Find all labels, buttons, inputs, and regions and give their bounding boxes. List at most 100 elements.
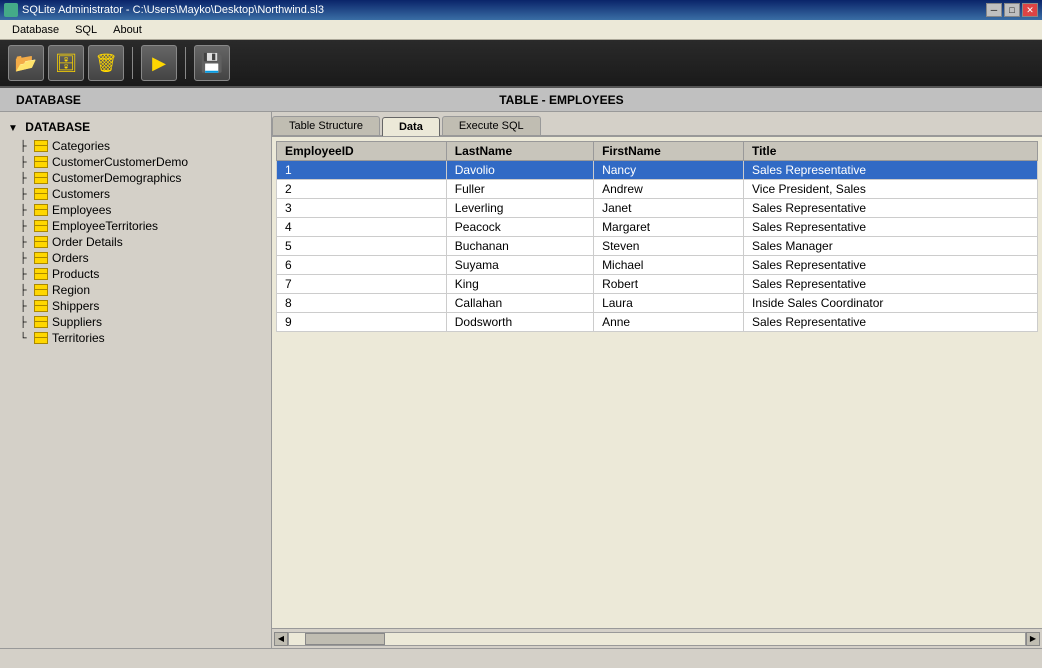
table-header-label: TABLE - EMPLOYEES (491, 91, 631, 109)
table-icon-customercustomerdemo (34, 156, 48, 168)
cell-title: Sales Representative (743, 256, 1037, 275)
table-row[interactable]: 9DodsworthAnneSales Representative (277, 313, 1038, 332)
tab-table-structure[interactable]: Table Structure (272, 116, 380, 135)
horizontal-scrollbar-area: ◀ ▶ (272, 628, 1042, 648)
cell-lastName: King (446, 275, 593, 294)
sidebar-item-customerdemographics[interactable]: ├ CustomerDemographics (0, 170, 271, 186)
cell-id: 3 (277, 199, 447, 218)
tree-expand-icon9: ├ (16, 267, 30, 281)
toolbar: 📂 🗄 🗑 ▶ 💾 (0, 40, 1042, 88)
sidebar-item-customercustomerdemo[interactable]: ├ CustomerCustomerDemo (0, 154, 271, 170)
employees-table: EmployeeID LastName FirstName Title 1Dav… (276, 141, 1038, 332)
toolbar-divider (132, 47, 133, 79)
cell-lastName: Buchanan (446, 237, 593, 256)
sidebar-label-customers: Customers (52, 187, 110, 201)
tab-bar: Table Structure Data Execute SQL (272, 112, 1042, 137)
sidebar-label-employeeterritories: EmployeeTerritories (52, 219, 158, 233)
table-icon-customerdemographics (34, 172, 48, 184)
sidebar-item-suppliers[interactable]: ├ Suppliers (0, 314, 271, 330)
window-controls: ─ □ ✕ (986, 3, 1038, 17)
sidebar-label-territories: Territories (52, 331, 105, 345)
scroll-left-button[interactable]: ◀ (274, 632, 288, 646)
cell-firstName: Michael (594, 256, 744, 275)
cell-id: 5 (277, 237, 447, 256)
table-row[interactable]: 8CallahanLauraInside Sales Coordinator (277, 294, 1038, 313)
app-header: DATABASE TABLE - EMPLOYEES (0, 88, 1042, 112)
tree-expand-icon5: ├ (16, 203, 30, 217)
open-button[interactable]: 📂 (8, 45, 44, 81)
scrollbar-track[interactable] (288, 632, 1026, 646)
tab-data[interactable]: Data (382, 117, 440, 136)
toolbar-divider2 (185, 47, 186, 79)
sidebar-item-employeeterritories[interactable]: ├ EmployeeTerritories (0, 218, 271, 234)
sidebar-item-customers[interactable]: ├ Customers (0, 186, 271, 202)
cell-firstName: Robert (594, 275, 744, 294)
app-icon (4, 3, 18, 17)
scroll-thumb[interactable] (305, 633, 385, 645)
table-icon-customers (34, 188, 48, 200)
scroll-right-button[interactable]: ▶ (1026, 632, 1040, 646)
structure-button[interactable]: 🗄 (48, 45, 84, 81)
table-area: EmployeeID LastName FirstName Title 1Dav… (272, 137, 1042, 628)
cell-lastName: Dodsworth (446, 313, 593, 332)
sidebar-item-categories[interactable]: ├ Categories (0, 138, 271, 154)
tree-expand-icon10: ├ (16, 283, 30, 297)
col-header-title[interactable]: Title (743, 142, 1037, 161)
menu-database[interactable]: Database (4, 22, 67, 38)
minimize-button[interactable]: ─ (986, 3, 1002, 17)
cell-firstName: Laura (594, 294, 744, 313)
delete-button[interactable]: 🗑 (88, 45, 124, 81)
table-row[interactable]: 5BuchananStevenSales Manager (277, 237, 1038, 256)
cell-title: Inside Sales Coordinator (743, 294, 1037, 313)
sidebar-db-label: DATABASE (25, 120, 90, 134)
col-header-lastname[interactable]: LastName (446, 142, 593, 161)
cell-firstName: Margaret (594, 218, 744, 237)
sidebar-label-products: Products (52, 267, 99, 281)
table-row[interactable]: 3LeverlingJanetSales Representative (277, 199, 1038, 218)
sidebar-item-region[interactable]: ├ Region (0, 282, 271, 298)
table-icon-categories (34, 140, 48, 152)
tree-expand-icon6: ├ (16, 219, 30, 233)
table-row[interactable]: 7KingRobertSales Representative (277, 275, 1038, 294)
cell-id: 7 (277, 275, 447, 294)
close-button[interactable]: ✕ (1022, 3, 1038, 17)
sidebar-item-order-details[interactable]: ├ Order Details (0, 234, 271, 250)
sidebar-item-products[interactable]: ├ Products (0, 266, 271, 282)
maximize-button[interactable]: □ (1004, 3, 1020, 17)
table-icon-territories (34, 332, 48, 344)
cell-title: Sales Manager (743, 237, 1037, 256)
tree-expand-icon8: ├ (16, 251, 30, 265)
table-icon-suppliers (34, 316, 48, 328)
cell-firstName: Anne (594, 313, 744, 332)
sidebar-label-region: Region (52, 283, 90, 297)
menu-sql[interactable]: SQL (67, 22, 105, 38)
cell-id: 8 (277, 294, 447, 313)
cell-id: 2 (277, 180, 447, 199)
cell-lastName: Fuller (446, 180, 593, 199)
cell-title: Sales Representative (743, 275, 1037, 294)
menu-about[interactable]: About (105, 22, 150, 38)
table-row[interactable]: 1DavolioNancySales Representative (277, 161, 1038, 180)
play-button[interactable]: ▶ (141, 45, 177, 81)
sidebar-header: ▼ DATABASE (0, 116, 271, 138)
tab-execute-sql[interactable]: Execute SQL (442, 116, 541, 135)
cell-title: Sales Representative (743, 218, 1037, 237)
save-button[interactable]: 💾 (194, 45, 230, 81)
tree-expand-icon: ├ (16, 139, 30, 153)
cell-id: 6 (277, 256, 447, 275)
sidebar-label-customerdemographics: CustomerDemographics (52, 171, 181, 185)
right-panel: Table Structure Data Execute SQL Employe… (272, 112, 1042, 648)
col-header-employeeid[interactable]: EmployeeID (277, 142, 447, 161)
col-header-firstname[interactable]: FirstName (594, 142, 744, 161)
sidebar-item-territories[interactable]: └ Territories (0, 330, 271, 346)
window-title: SQLite Administrator - C:\Users\Mayko\De… (22, 4, 986, 16)
table-row[interactable]: 4PeacockMargaretSales Representative (277, 218, 1038, 237)
title-bar: SQLite Administrator - C:\Users\Mayko\De… (0, 0, 1042, 20)
menu-bar: Database SQL About (0, 20, 1042, 40)
sidebar-item-shippers[interactable]: ├ Shippers (0, 298, 271, 314)
table-row[interactable]: 6SuyamaMichaelSales Representative (277, 256, 1038, 275)
sidebar-item-orders[interactable]: ├ Orders (0, 250, 271, 266)
sidebar-item-employees[interactable]: ├ Employees (0, 202, 271, 218)
tree-expand-icon7: ├ (16, 235, 30, 249)
table-row[interactable]: 2FullerAndrewVice President, Sales (277, 180, 1038, 199)
